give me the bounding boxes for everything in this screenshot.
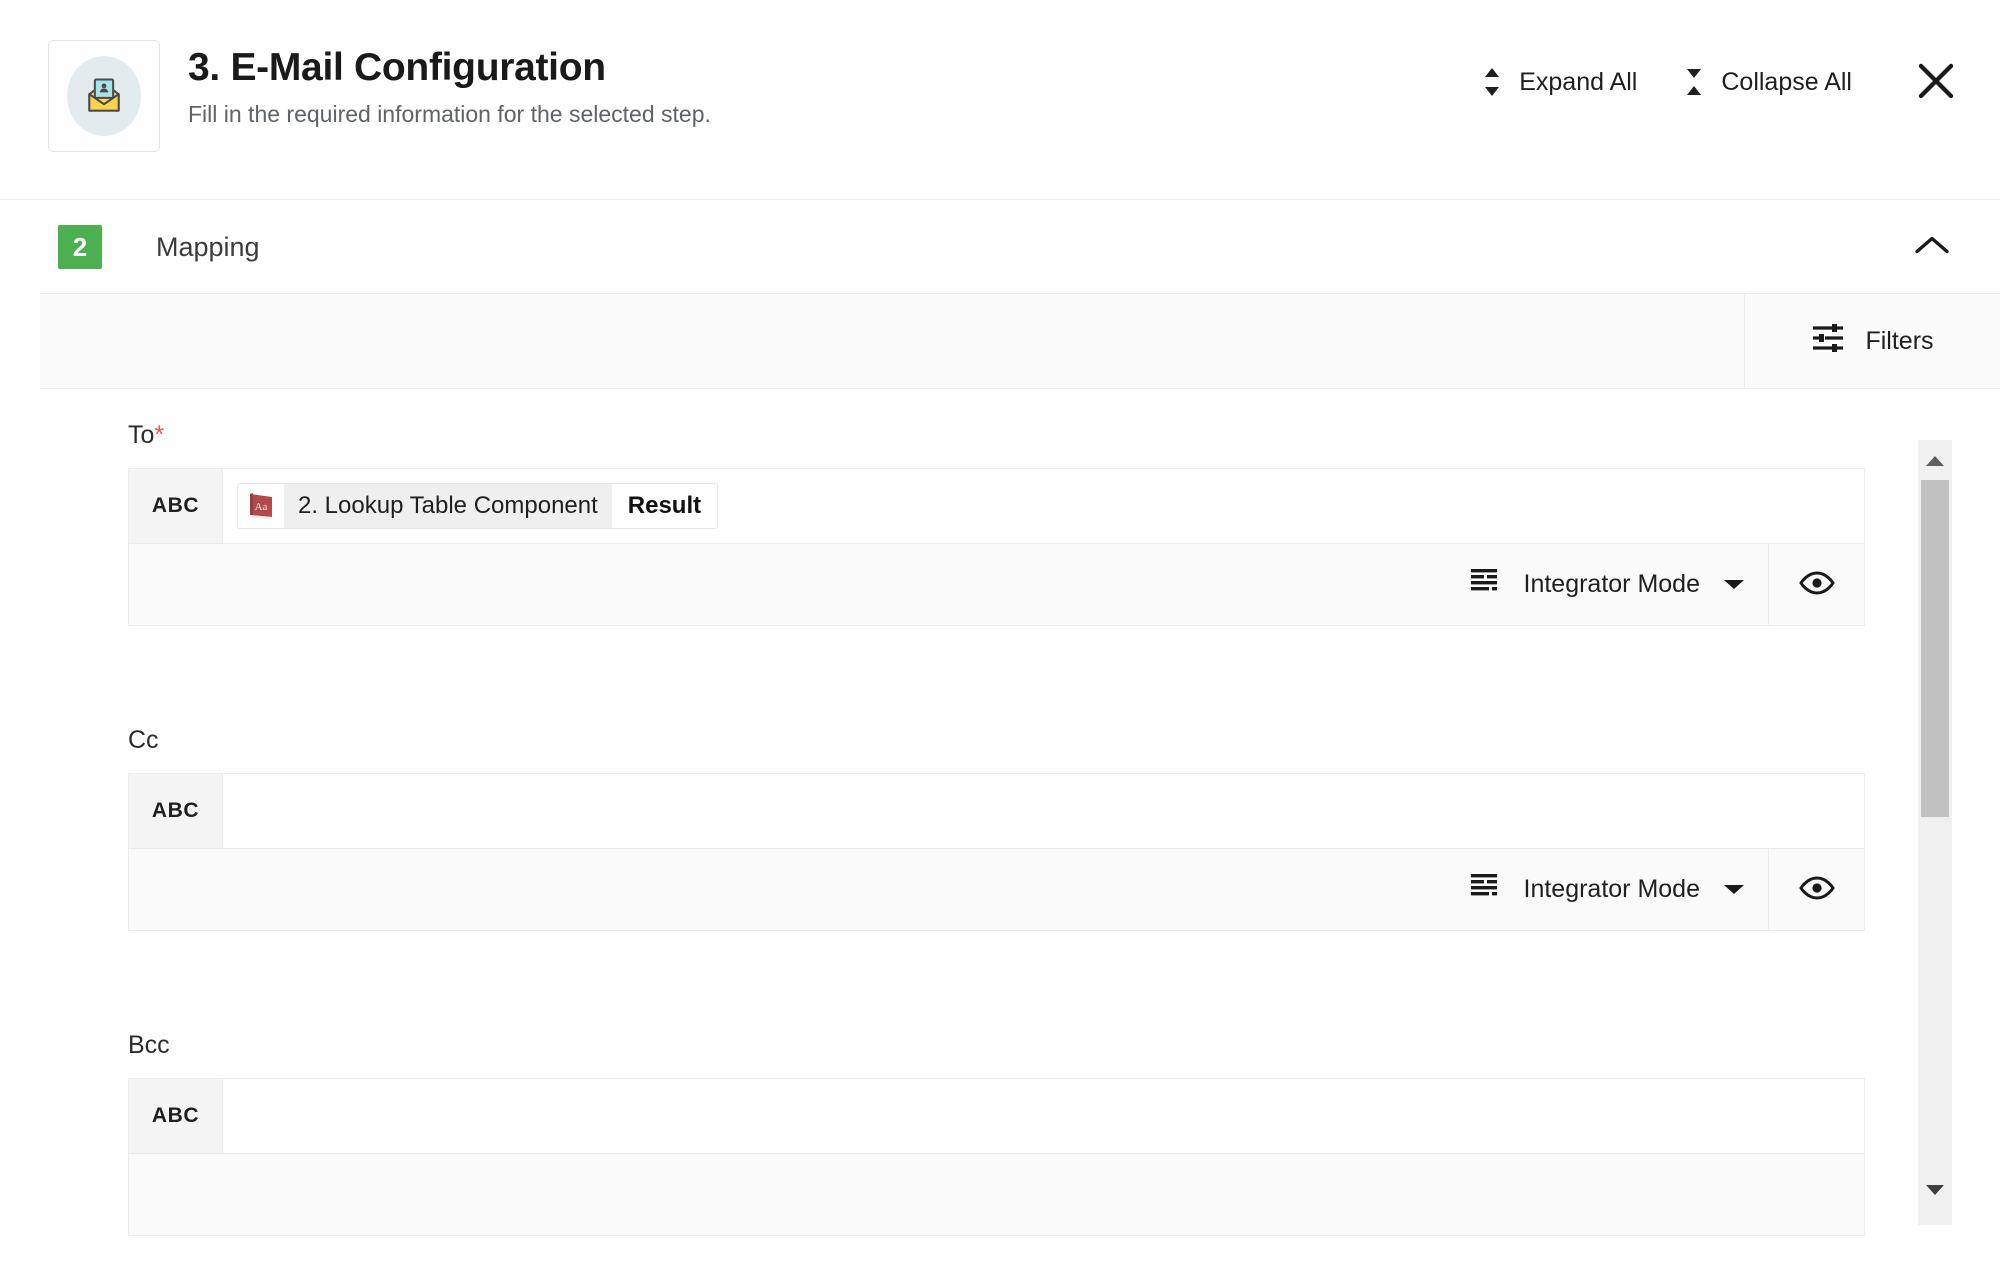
required-asterisk: *: [154, 421, 165, 449]
type-badge-to: ABC: [129, 469, 223, 543]
type-badge-cc: ABC: [129, 774, 223, 848]
integrator-mode-dropdown-to[interactable]: Integrator Mode: [1454, 544, 1769, 625]
mapping-box-bcc: ABC: [128, 1078, 1865, 1236]
page-title: 3. E-Mail Configuration: [188, 46, 606, 89]
field-label-bcc: Bcc: [128, 1031, 170, 1059]
tune-sliders-icon: [1811, 323, 1845, 360]
unfold-more-icon: [1481, 65, 1503, 99]
mapping-options-row-to: Integrator Mode: [129, 543, 1864, 625]
section-title: Mapping: [156, 231, 260, 262]
dictionary-book-icon: Aa: [238, 484, 284, 528]
chevron-up-icon: [1912, 233, 1952, 262]
step-icon-box: [48, 40, 160, 152]
dialog-header: 3. E-Mail Configuration Fill in the requ…: [0, 0, 2000, 200]
preview-button-to[interactable]: [1768, 544, 1864, 625]
value-input-bcc[interactable]: [223, 1079, 1864, 1153]
mapping-value-row-to: ABC Aa 2. Lookup Table Component Result: [129, 469, 1864, 543]
collapse-all-button[interactable]: Collapse All: [1683, 65, 1852, 99]
field-group-cc: Cc ABC Integrator Mode: [128, 726, 1865, 931]
type-badge-bcc: ABC: [129, 1079, 223, 1153]
page-subtitle: Fill in the required information for the…: [188, 100, 711, 127]
header-actions: Expand All Collapse All: [1435, 58, 1960, 106]
field-label-to: To*: [128, 421, 165, 449]
section-step-badge: 2: [58, 225, 102, 269]
eye-visibility-icon: [1798, 569, 1836, 600]
mapping-box-cc: ABC Integrator Mode: [128, 773, 1865, 931]
email-configuration-dialog: 3. E-Mail Configuration Fill in the requ…: [0, 0, 2000, 1262]
close-button[interactable]: [1912, 58, 1960, 106]
scroll-up-arrow-icon[interactable]: [1918, 444, 1952, 478]
preview-button-cc[interactable]: [1768, 849, 1864, 930]
mapping-toolbar: Filters: [40, 293, 2000, 389]
mapping-options-row-bcc: [129, 1153, 1864, 1235]
scrollbar-thumb[interactable]: [1921, 480, 1949, 817]
value-input-to[interactable]: Aa 2. Lookup Table Component Result: [223, 469, 1864, 543]
caret-down-icon: [1722, 875, 1746, 904]
header-text-block: 3. E-Mail Configuration Fill in the requ…: [188, 40, 711, 128]
mode-row-spacer: [129, 849, 1454, 930]
integrator-mode-label: Integrator Mode: [1523, 875, 1701, 903]
field-group-to: To* ABC Aa 2. Lookup Table Component Res…: [128, 421, 1865, 626]
integrator-mode-dropdown-cc[interactable]: Integrator Mode: [1454, 849, 1769, 930]
integrator-mode-label: Integrator Mode: [1523, 570, 1701, 598]
mapping-box-to: ABC Aa 2. Lookup Table Component Result …: [128, 468, 1865, 626]
caret-down-icon: [1722, 570, 1746, 599]
scroll-down-arrow-icon[interactable]: [1918, 1173, 1952, 1207]
integrator-mode-icon: [1470, 568, 1502, 601]
vertical-scrollbar[interactable]: [1918, 440, 1952, 1225]
eye-visibility-icon: [1798, 874, 1836, 905]
field-group-bcc: Bcc ABC: [128, 1031, 1865, 1236]
value-input-cc[interactable]: [223, 774, 1864, 848]
expand-all-label: Expand All: [1519, 67, 1638, 96]
filters-button[interactable]: Filters: [1744, 294, 2000, 388]
section-collapse-toggle[interactable]: [1912, 233, 1952, 262]
close-icon: [1915, 60, 1957, 105]
collapse-all-label: Collapse All: [1721, 67, 1852, 96]
mapping-options-row-cc: Integrator Mode: [129, 848, 1864, 930]
token-field-label: Result: [611, 484, 718, 528]
mapping-value-row-bcc: ABC: [129, 1079, 1864, 1153]
expand-all-button[interactable]: Expand All: [1481, 65, 1637, 99]
integrator-mode-icon: [1470, 873, 1502, 906]
svg-text:Aa: Aa: [255, 501, 268, 513]
mode-row-spacer: [129, 544, 1454, 625]
mapping-token-to[interactable]: Aa 2. Lookup Table Component Result: [237, 483, 719, 529]
field-label-cc: Cc: [128, 726, 159, 754]
token-source-label: 2. Lookup Table Component: [298, 492, 598, 519]
unfold-less-icon: [1683, 65, 1705, 99]
mode-row-spacer: [129, 1154, 1864, 1235]
mapping-section-header[interactable]: 2 Mapping: [0, 201, 2000, 293]
filters-label: Filters: [1865, 326, 1934, 355]
email-envelope-icon: [67, 56, 141, 136]
mapping-fields-scroll-area: To* ABC Aa 2. Lookup Table Component Res…: [0, 389, 2000, 1262]
mapping-value-row-cc: ABC: [129, 774, 1864, 848]
